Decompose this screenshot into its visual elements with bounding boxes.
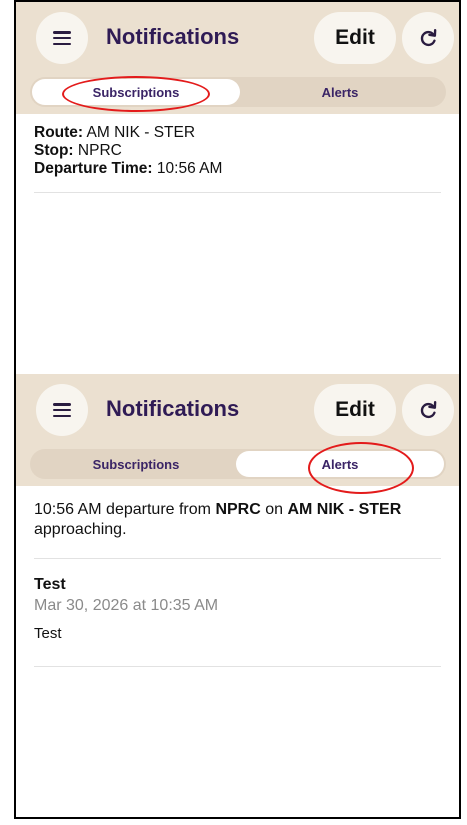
alert-item[interactable]: 10:56 AM departure from NPRC on AM NIK -… [16,486,459,558]
stop-value: NPRC [77,142,122,159]
refresh-icon [420,401,437,419]
header: Notifications Edit Subscriptions Alerts [16,374,459,494]
hamburger-icon [53,403,71,417]
edit-button[interactable]: Edit [314,384,396,436]
departure-value: 10:56 AM [156,160,223,177]
subscriptions-screen: Notifications Edit Subscriptions Alerts … [16,2,459,374]
alert-date: Mar 30, 2026 at 10:35 AM [34,597,219,614]
alerts-screen: Notifications Edit Subscriptions Alerts … [16,374,459,817]
alert-title: Test [34,576,66,593]
menu-button[interactable] [36,12,88,64]
route-value: AM NIK - STER [86,124,196,141]
page-title: Notifications [106,24,240,49]
header: Notifications Edit Subscriptions Alerts [16,2,459,114]
refresh-button[interactable] [402,12,454,64]
alert-stop: NPRC [215,501,261,518]
edit-button[interactable]: Edit [314,12,396,64]
menu-button[interactable] [36,384,88,436]
refresh-button[interactable] [402,384,454,436]
alert-body: Test [34,625,62,642]
tab-alerts[interactable]: Alerts [236,451,444,477]
tab-bar: Subscriptions Alerts [30,77,446,107]
alert-route: AM NIK - STER [287,501,402,518]
tab-bar: Subscriptions Alerts [30,449,446,479]
divider [34,192,441,193]
divider [34,666,441,667]
tab-alerts[interactable]: Alerts [236,79,444,105]
departure-row: Departure Time: 10:56 AM [34,160,223,177]
alert-item[interactable]: Test Mar 30, 2026 at 10:35 AM Test [16,559,459,666]
subscription-list: Route: AM NIK - STER Stop: NPRC Departur… [16,114,459,193]
tab-subscriptions[interactable]: Subscriptions [32,79,240,105]
refresh-icon [420,29,437,47]
page-title: Notifications [106,396,240,421]
tab-subscriptions[interactable]: Subscriptions [32,451,240,477]
screenshot-frame: Notifications Edit Subscriptions Alerts … [14,0,461,819]
hamburger-icon [53,31,71,45]
alert-list: 10:56 AM departure from NPRC on AM NIK -… [16,486,459,667]
route-row: Route: AM NIK - STER [34,124,196,141]
stop-row: Stop: NPRC [34,142,122,159]
subscription-item[interactable]: Route: AM NIK - STER Stop: NPRC Departur… [16,114,459,192]
